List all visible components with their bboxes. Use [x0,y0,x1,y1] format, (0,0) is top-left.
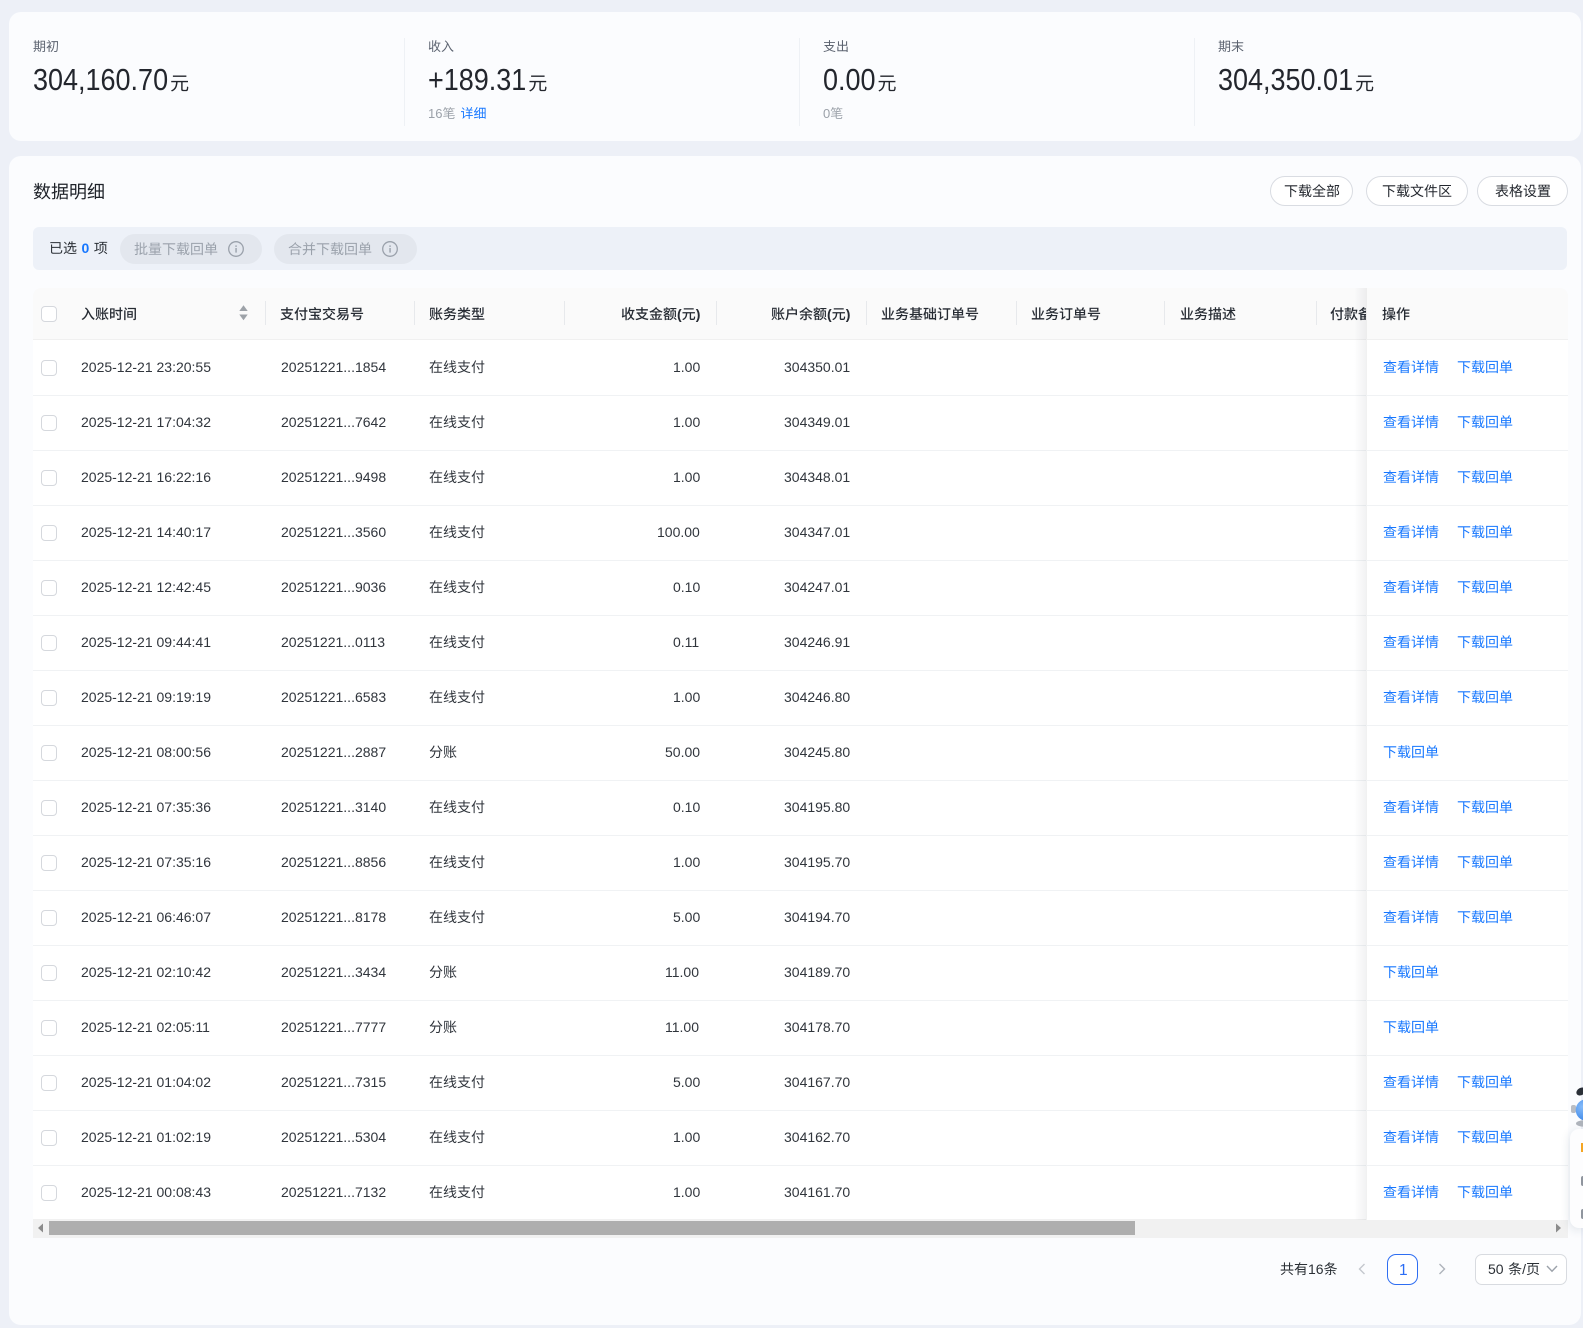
svg-text:11.00: 11.00 [665,1019,699,1035]
svg-text:2025-12-21 09:19:19: 2025-12-21 09:19:19 [81,689,211,705]
svg-text:304194.70: 304194.70 [784,909,850,925]
svg-text:5.00: 5.00 [673,1074,700,1090]
svg-text:20251221...8178: 20251221...8178 [281,909,386,925]
svg-text:20251221...5304: 20251221...5304 [281,1129,386,1145]
svg-text:0.00: 0.00 [823,64,876,98]
svg-text:20251221...3560: 20251221...3560 [281,524,386,540]
svg-text:2025-12-21 14:40:17: 2025-12-21 14:40:17 [81,524,211,540]
svg-text:(: ( [827,306,832,322]
svg-text:0.11: 0.11 [673,634,699,650]
svg-text:/: / [1522,1261,1526,1277]
svg-text:304349.01: 304349.01 [784,414,850,430]
svg-text:20251221...7777: 20251221...7777 [281,1019,386,1035]
svg-text:20251221...8856: 20251221...8856 [281,854,386,870]
svg-text:20251221...3434: 20251221...3434 [281,964,386,980]
svg-text:2025-12-21 00:08:43: 2025-12-21 00:08:43 [81,1184,211,1200]
svg-text:20251221...7315: 20251221...7315 [281,1074,386,1090]
svg-text:304245.80: 304245.80 [784,744,850,760]
svg-text:1.00: 1.00 [673,469,700,485]
svg-text:2025-12-21 01:04:02: 2025-12-21 01:04:02 [81,1074,211,1090]
svg-text:304189.70: 304189.70 [784,964,850,980]
svg-text:2025-12-21 02:10:42: 2025-12-21 02:10:42 [81,964,211,980]
svg-text:2025-12-21 01:02:19: 2025-12-21 01:02:19 [81,1129,211,1145]
svg-text:1.00: 1.00 [673,1184,700,1200]
svg-text:20251221...7132: 20251221...7132 [281,1184,386,1200]
svg-text:20251221...9036: 20251221...9036 [281,579,386,595]
svg-text:304161.70: 304161.70 [784,1184,850,1200]
svg-text:2025-12-21 23:20:55: 2025-12-21 23:20:55 [81,359,211,375]
svg-text:0.10: 0.10 [673,579,700,595]
svg-text:1.00: 1.00 [673,854,700,870]
svg-text:+189.31: +189.31 [428,64,526,98]
svg-text:20251221...0113: 20251221...0113 [281,634,385,650]
svg-text:304195.80: 304195.80 [784,799,850,815]
svg-text:304167.70: 304167.70 [784,1074,850,1090]
svg-text:2025-12-21 07:35:16: 2025-12-21 07:35:16 [81,854,211,870]
svg-text:5.00: 5.00 [673,909,700,925]
svg-text:304347.01: 304347.01 [784,524,850,540]
svg-text:304178.70: 304178.70 [784,1019,850,1035]
svg-text:50.00: 50.00 [665,744,700,760]
svg-text:2025-12-21 12:42:45: 2025-12-21 12:42:45 [81,579,211,595]
svg-text:304350.01: 304350.01 [784,359,850,375]
svg-text:16: 16 [1308,1261,1324,1277]
svg-text:11.00: 11.00 [665,964,699,980]
svg-text:0: 0 [823,106,830,121]
svg-text:2025-12-21 07:35:36: 2025-12-21 07:35:36 [81,799,211,815]
svg-text:304246.91: 304246.91 [784,634,850,650]
svg-text:1.00: 1.00 [673,689,700,705]
svg-text:2025-12-21 02:05:11: 2025-12-21 02:05:11 [81,1019,210,1035]
svg-text:304195.70: 304195.70 [784,854,850,870]
svg-text:304,160.70: 304,160.70 [33,64,168,98]
svg-text:20251221...7642: 20251221...7642 [281,414,386,430]
svg-text:20251221...2887: 20251221...2887 [281,744,386,760]
svg-text:1.00: 1.00 [673,414,700,430]
svg-text:20251221...6583: 20251221...6583 [281,689,386,705]
svg-text:2025-12-21 06:46:07: 2025-12-21 06:46:07 [81,909,211,925]
svg-text:50: 50 [1488,1261,1504,1277]
svg-text:1.00: 1.00 [673,1129,700,1145]
svg-text:16: 16 [428,106,442,121]
svg-text:304162.70: 304162.70 [784,1129,850,1145]
svg-text:(: ( [677,306,682,322]
svg-text:20251221...9498: 20251221...9498 [281,469,386,485]
svg-text:304,350.01: 304,350.01 [1218,64,1353,98]
svg-text:20251221...3140: 20251221...3140 [281,799,386,815]
svg-text:0.10: 0.10 [673,799,700,815]
svg-text:1: 1 [1399,1262,1408,1279]
svg-text:2025-12-21 16:22:16: 2025-12-21 16:22:16 [81,469,211,485]
svg-text:100.00: 100.00 [657,524,700,540]
svg-text:): ) [695,306,700,322]
svg-text:2025-12-21 08:00:56: 2025-12-21 08:00:56 [81,744,211,760]
svg-text:1.00: 1.00 [673,359,700,375]
svg-text:304348.01: 304348.01 [784,469,850,485]
svg-text:304246.80: 304246.80 [784,689,850,705]
svg-text:2025-12-21 17:04:32: 2025-12-21 17:04:32 [81,414,211,430]
svg-text:2025-12-21 09:44:41: 2025-12-21 09:44:41 [81,634,211,650]
svg-text:): ) [845,306,850,322]
svg-text:304247.01: 304247.01 [784,579,850,595]
svg-text:0: 0 [82,240,90,256]
svg-text:20251221...1854: 20251221...1854 [281,359,386,375]
